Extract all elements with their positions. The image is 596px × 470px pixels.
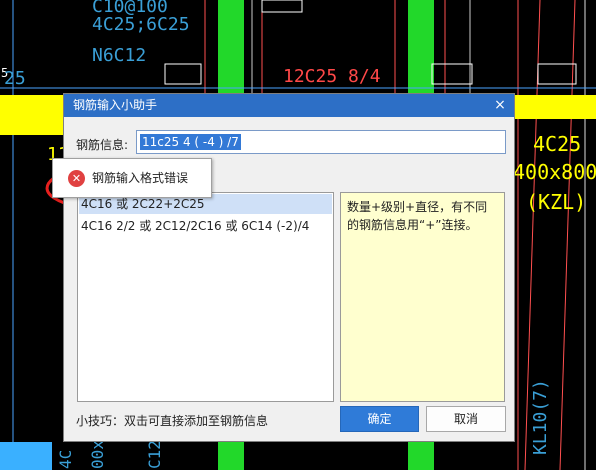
- cad-text: (KZL): [526, 190, 587, 214]
- close-icon[interactable]: ×: [492, 94, 508, 117]
- cad-box: [0, 442, 52, 470]
- list-item[interactable]: 4C16 2/2 或 2C12/2C16 或 6C14 (-2)/4: [79, 216, 332, 236]
- cad-text: 4C: [56, 449, 75, 469]
- cad-column-green: [408, 0, 434, 95]
- cad-column-green: [218, 442, 244, 470]
- cad-text: 4C25;6C25: [92, 14, 190, 35]
- cad-text: 12C25 8/4: [283, 66, 381, 87]
- example-list[interactable]: 4C16 或 2C22+2C25 4C16 2/2 或 2C12/2C16 或 …: [77, 192, 334, 402]
- cancel-button[interactable]: 取消: [426, 406, 506, 432]
- hint-panel: 数量+级别+直径，有不同的钢筋信息用“+”连接。: [340, 192, 505, 402]
- rebar-info-value: 11c25 4 ( -4 ) /7: [140, 134, 241, 150]
- cad-column-green: [218, 0, 244, 95]
- dialog-title-bar[interactable]: 钢筋输入小助手 ×: [64, 94, 514, 117]
- error-icon: ✕: [68, 170, 85, 187]
- error-message: 钢筋输入格式错误: [92, 171, 189, 185]
- cad-text: 4C25: [533, 132, 582, 156]
- cad-beam-yellow: [0, 95, 63, 135]
- cad-text: 400x800: [513, 160, 596, 184]
- tip-text: 小技巧：双击可直接添加至钢筋信息: [76, 414, 269, 428]
- cad-text: KL10(7): [530, 379, 551, 455]
- rebar-info-label: 钢筋信息:: [76, 138, 129, 152]
- dialog-title: 钢筋输入小助手: [73, 98, 158, 112]
- error-tooltip: ✕ 钢筋输入格式错误: [52, 158, 212, 198]
- rebar-info-input[interactable]: 11c25 4 ( -4 ) /7: [136, 130, 506, 154]
- rebar-input-dialog: 钢筋输入小助手 × 钢筋信息: 11c25 4 ( -4 ) /7 4C16 或…: [63, 93, 515, 442]
- ok-button[interactable]: 确定: [340, 406, 419, 432]
- cad-text: N6C12: [92, 45, 147, 66]
- cad-beam-yellow: [515, 95, 596, 119]
- cad-column-green: [408, 442, 434, 470]
- cad-text: 00x: [88, 440, 107, 469]
- cad-text: 25: [4, 68, 26, 89]
